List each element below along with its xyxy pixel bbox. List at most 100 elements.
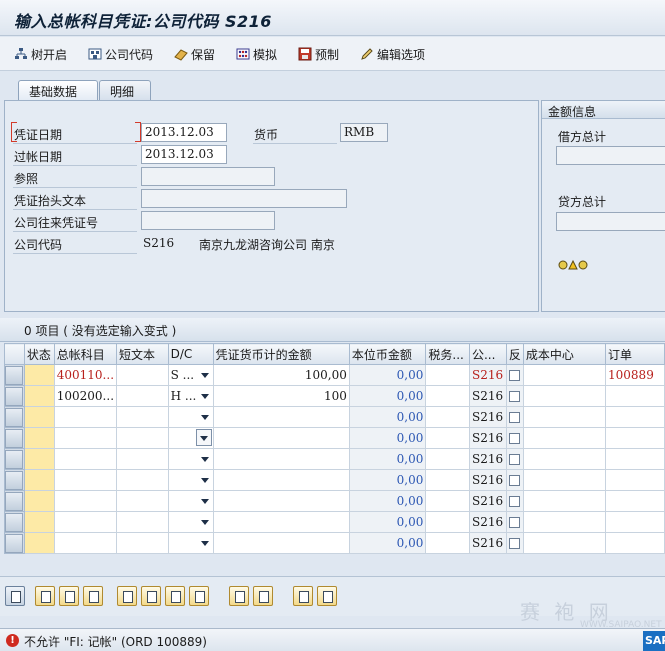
reference-field[interactable] — [141, 167, 275, 186]
short-text-cell[interactable] — [116, 406, 169, 428]
status-cell[interactable] — [23, 427, 55, 449]
short-text-cell[interactable] — [116, 427, 169, 449]
col-header-reverse[interactable]: 反 — [505, 343, 524, 365]
short-text-cell[interactable] — [116, 511, 169, 533]
dc-cell[interactable]: H ... — [167, 385, 214, 407]
local-amount-cell[interactable]: 0,00 — [348, 469, 427, 491]
row-selector[interactable] — [4, 469, 25, 491]
dc-cell[interactable]: S ... — [167, 364, 214, 386]
doc-amount-cell[interactable] — [212, 490, 350, 512]
order-cell[interactable] — [605, 448, 665, 470]
dc-cell[interactable] — [167, 511, 214, 533]
add-rows-button[interactable] — [165, 586, 185, 606]
dc-cell[interactable] — [167, 532, 214, 554]
table-row[interactable]: 400110... S ... 100,00 0,00 S216 100889 — [4, 364, 665, 386]
doc-amount-cell[interactable] — [212, 511, 350, 533]
reverse-checkbox[interactable] — [508, 517, 520, 528]
doc-date-field[interactable]: 2013.12.03 — [141, 123, 227, 142]
tax-cell[interactable] — [425, 406, 470, 428]
hold-button[interactable]: 保留 — [174, 45, 215, 63]
local-amount-cell[interactable]: 0,00 — [348, 490, 427, 512]
short-text-cell[interactable] — [116, 448, 169, 470]
short-text-cell[interactable] — [116, 385, 169, 407]
insert-row-button[interactable] — [117, 586, 137, 606]
tab-detail[interactable]: 明细 — [99, 80, 151, 100]
reverse-checkbox[interactable] — [508, 475, 520, 486]
company-code-cell[interactable]: S216 — [468, 511, 507, 533]
delete-row-button[interactable] — [189, 586, 209, 606]
table-row[interactable]: 0,00 S216 — [4, 448, 665, 470]
status-cell[interactable] — [23, 364, 55, 386]
gl-account-cell[interactable] — [53, 490, 118, 512]
order-cell[interactable] — [605, 469, 665, 491]
reverse-cell[interactable] — [505, 406, 524, 428]
col-header-tax[interactable]: 税务... — [425, 343, 470, 365]
chevron-down-icon[interactable] — [200, 373, 209, 378]
row-selector[interactable] — [4, 406, 25, 428]
append-row-button[interactable] — [141, 586, 161, 606]
order-cell[interactable] — [605, 427, 665, 449]
status-cell[interactable] — [23, 490, 55, 512]
doc-amount-cell[interactable]: 100 — [212, 385, 350, 407]
tab-basic-data[interactable]: 基础数据 — [18, 80, 98, 100]
cost-center-cell[interactable] — [522, 469, 607, 491]
dc-cell[interactable] — [167, 406, 214, 428]
tax-cell[interactable] — [425, 532, 470, 554]
reverse-cell[interactable] — [505, 490, 524, 512]
col-header-local-amount[interactable]: 本位币金额 — [348, 343, 427, 365]
gl-account-cell[interactable] — [53, 427, 118, 449]
col-header-gl-account[interactable]: 总帐科目 — [53, 343, 118, 365]
posting-date-field[interactable]: 2013.12.03 — [141, 145, 227, 164]
currency-field[interactable]: RMB — [340, 123, 388, 142]
short-text-cell[interactable] — [116, 364, 169, 386]
reverse-checkbox[interactable] — [508, 412, 520, 423]
company-code-cell[interactable]: S216 — [468, 448, 507, 470]
dc-cell[interactable] — [167, 490, 214, 512]
paste-button[interactable] — [253, 586, 273, 606]
chevron-down-icon[interactable] — [200, 541, 209, 546]
details-icon-button[interactable] — [5, 586, 25, 606]
status-cell[interactable] — [23, 448, 55, 470]
short-text-cell[interactable] — [116, 532, 169, 554]
order-cell[interactable] — [605, 511, 665, 533]
gl-account-cell[interactable]: 400110... — [53, 364, 118, 386]
company-code-cell[interactable]: S216 — [468, 490, 507, 512]
table-row[interactable]: 0,00 S216 — [4, 490, 665, 512]
local-amount-cell[interactable]: 0,00 — [348, 448, 427, 470]
status-message[interactable]: 不允许 "FI: 记帐" (ORD 100889) — [24, 633, 207, 650]
reverse-checkbox[interactable] — [508, 370, 520, 381]
chevron-down-icon[interactable] — [200, 499, 209, 504]
order-cell[interactable] — [605, 532, 665, 554]
cost-center-cell[interactable] — [522, 532, 607, 554]
local-amount-cell[interactable]: 0,00 — [348, 532, 427, 554]
reverse-cell[interactable] — [505, 448, 524, 470]
dc-cell[interactable] — [167, 427, 214, 449]
col-header-dc[interactable]: D/C — [167, 343, 214, 365]
reverse-checkbox[interactable] — [508, 433, 520, 444]
row-selector[interactable] — [4, 448, 25, 470]
chevron-down-icon[interactable] — [200, 520, 209, 525]
tax-cell[interactable] — [425, 385, 470, 407]
gl-account-cell[interactable] — [53, 511, 118, 533]
row-selector[interactable] — [4, 385, 25, 407]
local-amount-cell[interactable]: 0,00 — [348, 364, 427, 386]
reverse-cell[interactable] — [505, 469, 524, 491]
status-cell[interactable] — [23, 385, 55, 407]
row-selector[interactable] — [4, 532, 25, 554]
header-text-field[interactable] — [141, 189, 347, 208]
order-cell[interactable] — [605, 490, 665, 512]
select-all-header[interactable] — [4, 343, 25, 365]
cost-center-cell[interactable] — [522, 385, 607, 407]
tax-cell[interactable] — [425, 448, 470, 470]
reverse-cell[interactable] — [505, 385, 524, 407]
tax-cell[interactable] — [425, 469, 470, 491]
doc-amount-cell[interactable] — [212, 532, 350, 554]
row-selector[interactable] — [4, 364, 25, 386]
chevron-down-icon[interactable] — [200, 478, 209, 483]
doc-amount-cell[interactable] — [212, 427, 350, 449]
reverse-checkbox[interactable] — [508, 391, 520, 402]
company-code-cell[interactable]: S216 — [468, 532, 507, 554]
status-cell[interactable] — [23, 469, 55, 491]
copy-row-button[interactable] — [35, 586, 55, 606]
gl-account-cell[interactable] — [53, 469, 118, 491]
